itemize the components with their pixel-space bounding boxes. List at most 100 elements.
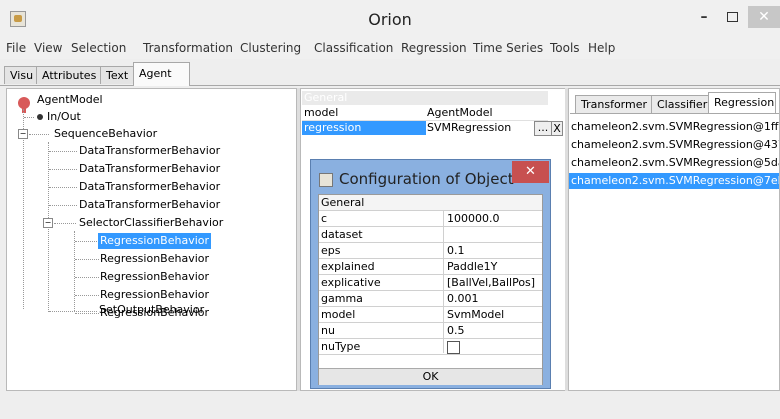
- tree-node-root[interactable]: AgentModel: [37, 92, 103, 108]
- tree-node-transformer[interactable]: DataTransformerBehavior: [79, 179, 220, 195]
- clear-button[interactable]: X: [551, 121, 563, 136]
- window-title: Orion: [368, 10, 412, 29]
- dialog-row-eps[interactable]: eps 0.1: [319, 243, 542, 259]
- menu-transformation[interactable]: Transformation: [143, 41, 233, 55]
- menu-tools[interactable]: Tools: [550, 41, 580, 55]
- tree-node-regression[interactable]: RegressionBehavior: [100, 251, 209, 267]
- tab-classifier[interactable]: Classifier: [651, 95, 714, 114]
- property-key: regression: [302, 121, 426, 135]
- tree-line: [49, 151, 77, 152]
- dialog-value[interactable]: [BallVel,BallPos]: [447, 275, 535, 291]
- dialog-row-gamma[interactable]: gamma 0.001: [319, 291, 542, 307]
- dialog-value[interactable]: SvmModel: [447, 307, 504, 323]
- java-cup-icon: [319, 173, 333, 187]
- tree-node-regression[interactable]: RegressionBehavior: [100, 287, 209, 303]
- menu-view[interactable]: View: [34, 41, 62, 55]
- dialog-key: c: [321, 212, 328, 225]
- tree-line: [75, 295, 99, 296]
- tree-node-transformer[interactable]: DataTransformerBehavior: [79, 197, 220, 213]
- menu-classification[interactable]: Classification: [314, 41, 393, 55]
- dialog-row-nu[interactable]: nu 0.5: [319, 323, 542, 339]
- dialog-close-button[interactable]: ✕: [512, 161, 549, 183]
- dialog-row-explained[interactable]: explained Paddle1Y: [319, 259, 542, 275]
- tree-line: [24, 117, 34, 118]
- tree-line: [49, 187, 77, 188]
- dialog-value[interactable]: 100000.0: [447, 211, 500, 227]
- list-item[interactable]: chameleon2.svm.SVMRegression@5da8: [571, 155, 779, 171]
- close-button[interactable]: ✕: [748, 6, 780, 28]
- tab-visu[interactable]: Visu: [4, 66, 40, 84]
- behavior-tree[interactable]: AgentModel In/Out − SequenceBehavior Dat…: [6, 88, 297, 391]
- dialog-value[interactable]: 0.001: [447, 291, 479, 307]
- edit-button[interactable]: ...: [534, 121, 552, 136]
- dialog-section: General: [319, 195, 542, 211]
- tree-line: [74, 231, 75, 311]
- tree-node-transformer[interactable]: DataTransformerBehavior: [79, 161, 220, 177]
- property-row-model[interactable]: model AgentModel: [302, 106, 548, 121]
- dialog-row-nutype[interactable]: nuType: [319, 339, 542, 355]
- property-key: model: [304, 106, 339, 119]
- list-item-selected[interactable]: chameleon2.svm.SVMRegression@7ebb: [569, 173, 779, 189]
- collapse-icon[interactable]: −: [43, 218, 53, 228]
- menu-clustering[interactable]: Clustering: [240, 41, 301, 55]
- dialog-row-c[interactable]: c 100000.0: [319, 211, 542, 227]
- dialog-title: Configuration of Object: [339, 170, 514, 188]
- tree-line: [49, 311, 97, 312]
- property-value: AgentModel: [427, 106, 493, 119]
- section-label: General: [321, 196, 365, 209]
- tab-attributes[interactable]: Attributes: [36, 66, 103, 84]
- tab-agent[interactable]: Agent: [133, 62, 190, 86]
- tree-node-inout[interactable]: In/Out: [47, 109, 81, 125]
- property-header-label: General: [304, 91, 348, 104]
- property-row-regression[interactable]: regression SVMRegression ... X: [302, 121, 565, 136]
- dialog-key: nu: [321, 324, 335, 337]
- tree-node-regression-selected[interactable]: RegressionBehavior: [98, 233, 212, 249]
- dialog-key: explained: [321, 260, 375, 273]
- tree-line: [75, 313, 99, 314]
- ok-button[interactable]: OK: [319, 368, 542, 385]
- component-panel: Transformer Classifier Regression chamel…: [568, 88, 780, 391]
- dialog-key: gamma: [321, 292, 363, 305]
- menu-selection[interactable]: Selection: [71, 41, 126, 55]
- agent-model-icon: [18, 97, 30, 113]
- tree-line: [75, 277, 99, 278]
- maximize-button[interactable]: [718, 6, 746, 28]
- tab-transformer[interactable]: Transformer: [575, 95, 654, 114]
- tree-node-selector[interactable]: SelectorClassifierBehavior: [79, 215, 223, 231]
- dialog-value[interactable]: 0.1: [447, 243, 465, 259]
- dialog-key: model: [321, 308, 356, 321]
- tree-line: [54, 223, 76, 224]
- property-value: SVMRegression: [427, 121, 512, 134]
- tree-line: [23, 109, 24, 309]
- tab-divider: [0, 85, 780, 86]
- menu-time-series[interactable]: Time Series: [473, 41, 543, 55]
- dialog-row-dataset[interactable]: dataset: [319, 227, 542, 243]
- list-item[interactable]: chameleon2.svm.SVMRegression@437b: [571, 137, 779, 153]
- dialog-row-model[interactable]: model SvmModel: [319, 307, 542, 323]
- tab-text[interactable]: Text: [100, 66, 135, 84]
- nutype-checkbox[interactable]: [447, 341, 460, 354]
- tree-node-sequence[interactable]: SequenceBehavior: [54, 126, 157, 142]
- property-header: General: [302, 91, 548, 105]
- tab-regression[interactable]: Regression: [708, 92, 776, 114]
- dialog-row-explicative[interactable]: explicative [BallVel,BallPos]: [319, 275, 542, 291]
- dialog-key: explicative: [321, 276, 381, 289]
- menu-file[interactable]: File: [6, 41, 26, 55]
- dialog-value[interactable]: 0.5: [447, 323, 465, 339]
- tree-node-regression[interactable]: RegressionBehavior: [100, 269, 209, 285]
- menu-help[interactable]: Help: [588, 41, 615, 55]
- dialog-key: nuType: [321, 340, 361, 353]
- list-item[interactable]: chameleon2.svm.SVMRegression@1ff9: [571, 119, 779, 135]
- tree-line: [75, 241, 99, 242]
- menu-regression[interactable]: Regression: [401, 41, 467, 55]
- tree-line: [49, 169, 77, 170]
- dialog-key: eps: [321, 244, 341, 257]
- tree-node-set-output[interactable]: SetOutputBehavior: [99, 302, 204, 318]
- collapse-icon[interactable]: −: [18, 129, 28, 139]
- minimize-button[interactable]: –: [690, 6, 718, 28]
- dialog-properties: General c 100000.0 dataset eps 0.1 explain…: [318, 194, 543, 385]
- tree-node-transformer[interactable]: DataTransformerBehavior: [79, 143, 220, 159]
- tab-divider: [570, 113, 779, 114]
- tree-line: [75, 259, 99, 260]
- dialog-value[interactable]: Paddle1Y: [447, 259, 497, 275]
